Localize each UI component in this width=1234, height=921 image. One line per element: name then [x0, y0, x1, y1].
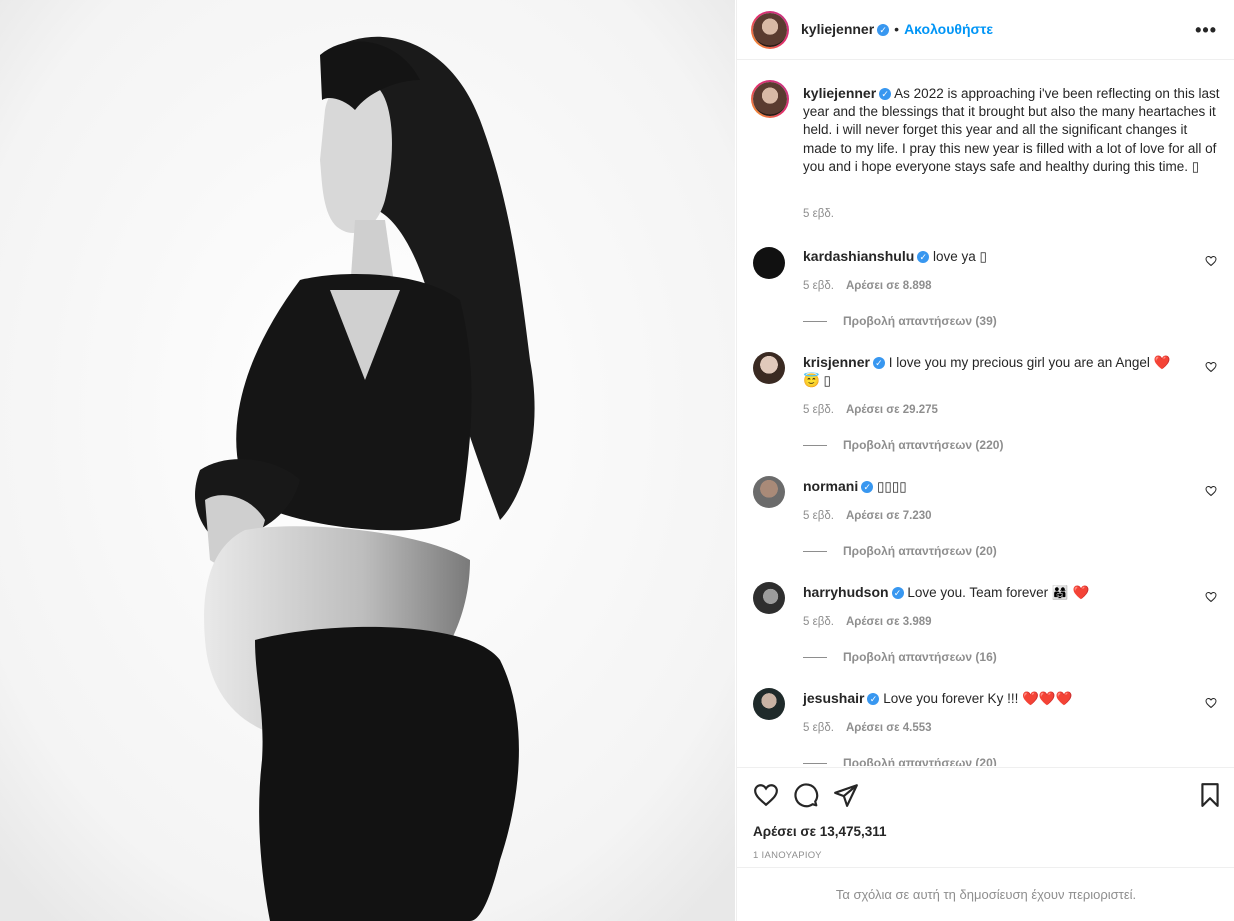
- view-replies-button[interactable]: Προβολή απαντήσεων (220): [803, 438, 1003, 452]
- heart-icon[interactable]: [753, 782, 779, 808]
- verified-badge-icon: ✓: [861, 481, 874, 494]
- verified-badge-icon: ✓: [891, 587, 904, 600]
- verified-badge-icon: ✓: [877, 24, 890, 37]
- commenter-username[interactable]: normani: [803, 478, 858, 494]
- comment: jesushair ✓ Love you forever Ky !!! ❤️❤️❤…: [803, 689, 1183, 708]
- separator-dot: •: [894, 21, 900, 37]
- comment-bubble-icon[interactable]: [793, 782, 819, 808]
- commenter-username[interactable]: jesushair: [803, 690, 864, 706]
- view-replies-label: Προβολή απαντήσεων (16): [843, 650, 997, 664]
- header-author-line: kyliejenner ✓ • Ακολουθήστε: [801, 21, 993, 37]
- author-username[interactable]: kyliejenner: [801, 21, 874, 37]
- paper-plane-icon[interactable]: [833, 782, 859, 808]
- view-replies-button[interactable]: Προβολή απαντήσεων (20): [803, 756, 997, 766]
- post-photo[interactable]: [0, 0, 735, 921]
- commenter-avatar[interactable]: [753, 582, 785, 614]
- pregnancy-portrait-image: [0, 0, 735, 921]
- replies-divider: [803, 321, 827, 323]
- comment-text: Love you. Team forever 👨‍👩‍👧 ❤️: [907, 585, 1090, 600]
- bookmark-icon[interactable]: [1197, 782, 1223, 808]
- comment-meta: 5 εβδ. Αρέσει σε 8.898: [803, 280, 932, 292]
- more-options-icon[interactable]: •••: [1195, 20, 1217, 41]
- view-replies-label: Προβολή απαντήσεων (20): [843, 544, 997, 558]
- post-actions: Αρέσει σε 13,475,311 1 ΙΑΝΟΥΑΡΙΟΥ: [737, 767, 1234, 867]
- commenter-avatar[interactable]: [753, 247, 785, 279]
- verified-badge-icon: ✓: [879, 88, 892, 101]
- comment: harryhudson ✓ Love you. Team forever 👨‍👩‍…: [803, 583, 1183, 602]
- comment: kardashianshulu ✓ love ya ▯: [803, 247, 1183, 266]
- verified-badge-icon: ✓: [872, 357, 885, 370]
- commenter-username[interactable]: harryhudson: [803, 584, 889, 600]
- view-replies-label: Προβολή απαντήσεων (39): [843, 314, 997, 328]
- comment-time[interactable]: 5 εβδ.: [803, 616, 834, 628]
- comment-meta: 5 εβδ. Αρέσει σε 4.553: [803, 722, 932, 734]
- comment-text: love ya ▯: [933, 249, 987, 264]
- comment-like-heart-icon[interactable]: [1205, 255, 1217, 267]
- comment-text: ▯▯▯▯: [877, 479, 907, 494]
- comments-scroll-area[interactable]: kyliejenner ✓ As 2022 is approaching i've…: [737, 61, 1234, 766]
- verified-badge-icon: ✓: [917, 251, 930, 264]
- comment: normani ✓ ▯▯▯▯: [803, 477, 1183, 496]
- commenter-avatar[interactable]: [753, 352, 785, 384]
- comment-text: Love you forever Ky !!! ❤️❤️❤️: [883, 691, 1073, 706]
- comment: krisjenner ✓ I love you my precious girl …: [803, 353, 1183, 390]
- view-replies-button[interactable]: Προβολή απαντήσεων (39): [803, 314, 997, 328]
- comment-likes[interactable]: Αρέσει σε 29.275: [846, 404, 938, 416]
- commenter-username[interactable]: kardashianshulu: [803, 248, 914, 264]
- comment-time[interactable]: 5 εβδ.: [803, 404, 834, 416]
- comment-time[interactable]: 5 εβδ.: [803, 510, 834, 522]
- replies-divider: [803, 657, 827, 659]
- replies-divider: [803, 763, 827, 765]
- comment-like-heart-icon[interactable]: [1205, 697, 1217, 709]
- view-replies-label: Προβολή απαντήσεων (20): [843, 756, 997, 766]
- caption-author-avatar[interactable]: [751, 80, 789, 118]
- comment-like-heart-icon[interactable]: [1205, 485, 1217, 497]
- view-replies-label: Προβολή απαντήσεων (220): [843, 438, 1004, 452]
- comment-likes[interactable]: Αρέσει σε 3.989: [846, 616, 932, 628]
- comments-restricted-notice: Τα σχόλια σε αυτή τη δημοσίευση έχουν πε…: [737, 867, 1234, 921]
- view-replies-button[interactable]: Προβολή απαντήσεων (16): [803, 650, 997, 664]
- post-side-panel: kyliejenner ✓ • Ακολουθήστε ••• kyliejenner…: [736, 0, 1234, 921]
- post-likes-count[interactable]: Αρέσει σε 13,475,311: [753, 824, 887, 839]
- caption-username[interactable]: kyliejenner: [803, 85, 876, 101]
- comment-meta: 5 εβδ. Αρέσει σε 3.989: [803, 616, 932, 628]
- commenter-avatar[interactable]: [753, 688, 785, 720]
- view-replies-button[interactable]: Προβολή απαντήσεων (20): [803, 544, 997, 558]
- comment-likes[interactable]: Αρέσει σε 8.898: [846, 280, 932, 292]
- commenter-username[interactable]: krisjenner: [803, 354, 870, 370]
- comment-like-heart-icon[interactable]: [1205, 361, 1217, 373]
- comment-time[interactable]: 5 εβδ.: [803, 280, 834, 292]
- comment-likes[interactable]: Αρέσει σε 7.230: [846, 510, 932, 522]
- replies-divider: [803, 551, 827, 553]
- post-header: kyliejenner ✓ • Ακολουθήστε •••: [737, 0, 1234, 60]
- follow-button[interactable]: Ακολουθήστε: [904, 21, 993, 37]
- commenter-avatar[interactable]: [753, 476, 785, 508]
- comment-meta: 5 εβδ. Αρέσει σε 29.275: [803, 404, 938, 416]
- replies-divider: [803, 445, 827, 447]
- post-date[interactable]: 1 ΙΑΝΟΥΑΡΙΟΥ: [753, 850, 822, 861]
- comment-like-heart-icon[interactable]: [1205, 591, 1217, 603]
- post-caption: kyliejenner ✓ As 2022 is approaching i've…: [803, 84, 1223, 176]
- author-avatar[interactable]: [751, 11, 789, 49]
- comment-time[interactable]: 5 εβδ.: [803, 722, 834, 734]
- comment-likes[interactable]: Αρέσει σε 4.553: [846, 722, 932, 734]
- comment-meta: 5 εβδ. Αρέσει σε 7.230: [803, 510, 932, 522]
- caption-time[interactable]: 5 εβδ.: [803, 208, 834, 220]
- verified-badge-icon: ✓: [867, 693, 880, 706]
